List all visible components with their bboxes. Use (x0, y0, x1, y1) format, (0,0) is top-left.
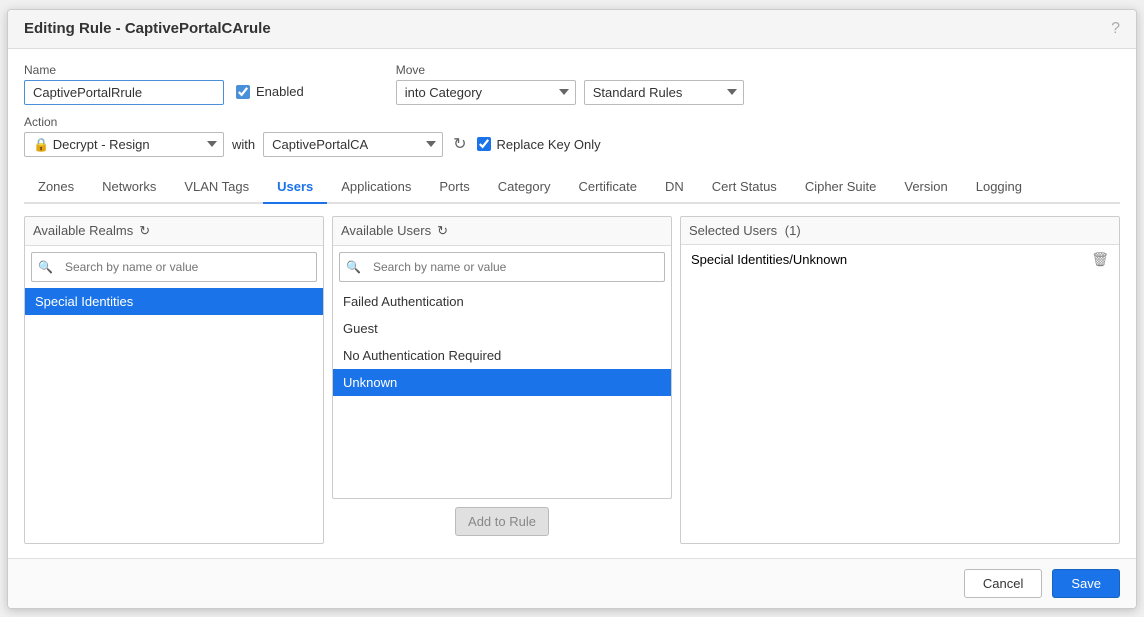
tab-zones[interactable]: Zones (24, 171, 88, 204)
tab-networks[interactable]: Networks (88, 171, 170, 204)
available-realms-header: Available Realms ↻ (25, 217, 323, 246)
replace-key-checkbox[interactable] (477, 137, 491, 151)
selected-user-label: Special Identities/Unknown (691, 252, 847, 267)
available-users-panel: Available Users ↻ 🔍 Failed Authenticatio… (332, 216, 672, 499)
available-users-section: Available Users ↻ 🔍 Failed Authenticatio… (332, 216, 672, 544)
selected-users-list-area: Special Identities/Unknown 🗑 (681, 245, 1119, 543)
list-item[interactable]: No Authentication Required (333, 342, 671, 369)
move-row: into Category before after Standard Rule… (396, 80, 744, 105)
available-users-header: Available Users ↻ (333, 217, 671, 246)
tab-dn[interactable]: DN (651, 171, 698, 204)
name-input[interactable] (24, 80, 224, 105)
list-item[interactable]: Failed Authentication (333, 288, 671, 315)
users-list-area: Failed Authentication Guest No Authentic… (333, 288, 671, 498)
replace-key-row: Replace Key Only (477, 137, 601, 152)
enabled-checkbox[interactable] (236, 85, 250, 99)
tab-ports[interactable]: Ports (425, 171, 483, 204)
realms-list-area: Special Identities (25, 288, 323, 543)
tab-version[interactable]: Version (890, 171, 961, 204)
tab-applications[interactable]: Applications (327, 171, 425, 204)
tab-cipher-suite[interactable]: Cipher Suite (791, 171, 891, 204)
standard-rules-select[interactable]: Standard Rules Mandatory Rules Default R… (584, 80, 744, 105)
available-realms-search-box: 🔍 (31, 252, 317, 282)
users-search-icon: 🔍 (346, 260, 361, 274)
realms-search-input[interactable] (57, 256, 310, 278)
tabs-row: Zones Networks VLAN Tags Users Applicati… (24, 171, 1120, 204)
refresh-button[interactable]: ↻ (451, 132, 468, 156)
cancel-button[interactable]: Cancel (964, 569, 1042, 598)
enabled-label: Enabled (256, 84, 304, 99)
realms-search-icon: 🔍 (38, 260, 53, 274)
list-item[interactable]: Unknown (333, 369, 671, 396)
available-realms-panel: Available Realms ↻ 🔍 Special Identities (24, 216, 324, 544)
available-realms-refresh-icon[interactable]: ↻ (139, 223, 150, 239)
action-select[interactable]: 🔒 Decrypt - Resign Decrypt - Known Key B… (24, 132, 224, 157)
editing-rule-dialog: Editing Rule - CaptivePortalCArule ? Nam… (7, 9, 1137, 609)
dialog-body: Name Enabled Move into Category before a… (8, 49, 1136, 558)
move-section: Move into Category before after Standard… (396, 63, 744, 105)
add-button-row: Add to Rule (332, 499, 672, 544)
action-controls-row: 🔒 Decrypt - Resign Decrypt - Known Key B… (24, 132, 601, 157)
enabled-checkbox-row: Enabled (236, 84, 304, 99)
available-users-refresh-icon[interactable]: ↻ (437, 223, 448, 239)
replace-key-label: Replace Key Only (497, 137, 601, 152)
users-search-input[interactable] (365, 256, 658, 278)
tab-vlan-tags[interactable]: VLAN Tags (170, 171, 263, 204)
list-item[interactable]: Guest (333, 315, 671, 342)
name-label: Name (24, 63, 224, 77)
delete-selected-user-icon[interactable]: 🗑 (1091, 251, 1109, 268)
available-realms-label: Available Realms (33, 223, 133, 238)
tab-logging[interactable]: Logging (962, 171, 1036, 204)
dialog-footer: Cancel Save (8, 558, 1136, 608)
help-icon[interactable]: ? (1111, 20, 1120, 38)
selected-users-label: Selected Users (1) (689, 223, 801, 238)
action-section: Action 🔒 Decrypt - Resign Decrypt - Know… (24, 115, 601, 157)
action-row: Action 🔒 Decrypt - Resign Decrypt - Know… (24, 115, 1120, 157)
tab-users[interactable]: Users (263, 171, 327, 204)
action-label: Action (24, 115, 601, 129)
dialog-title: Editing Rule - CaptivePortalCArule (24, 20, 271, 37)
with-select[interactable]: CaptivePortalCA Default CA (263, 132, 443, 157)
panels-container: Available Realms ↻ 🔍 Special Identities … (24, 216, 1120, 544)
dialog-header: Editing Rule - CaptivePortalCArule ? (8, 10, 1136, 49)
tab-category[interactable]: Category (484, 171, 565, 204)
available-users-label: Available Users (341, 223, 431, 238)
move-select[interactable]: into Category before after (396, 80, 576, 105)
tab-cert-status[interactable]: Cert Status (698, 171, 791, 204)
list-item: Special Identities/Unknown 🗑 (681, 245, 1119, 274)
tab-certificate[interactable]: Certificate (564, 171, 651, 204)
name-move-row: Name Enabled Move into Category before a… (24, 63, 1120, 105)
available-users-search-box: 🔍 (339, 252, 665, 282)
list-item[interactable]: Special Identities (25, 288, 323, 315)
with-label: with (232, 137, 255, 152)
name-section: Name (24, 63, 224, 105)
selected-users-panel: Selected Users (1) Special Identities/Un… (680, 216, 1120, 544)
save-button[interactable]: Save (1052, 569, 1120, 598)
add-to-rule-button[interactable]: Add to Rule (455, 507, 549, 536)
selected-users-header: Selected Users (1) (681, 217, 1119, 245)
move-label: Move (396, 63, 425, 77)
